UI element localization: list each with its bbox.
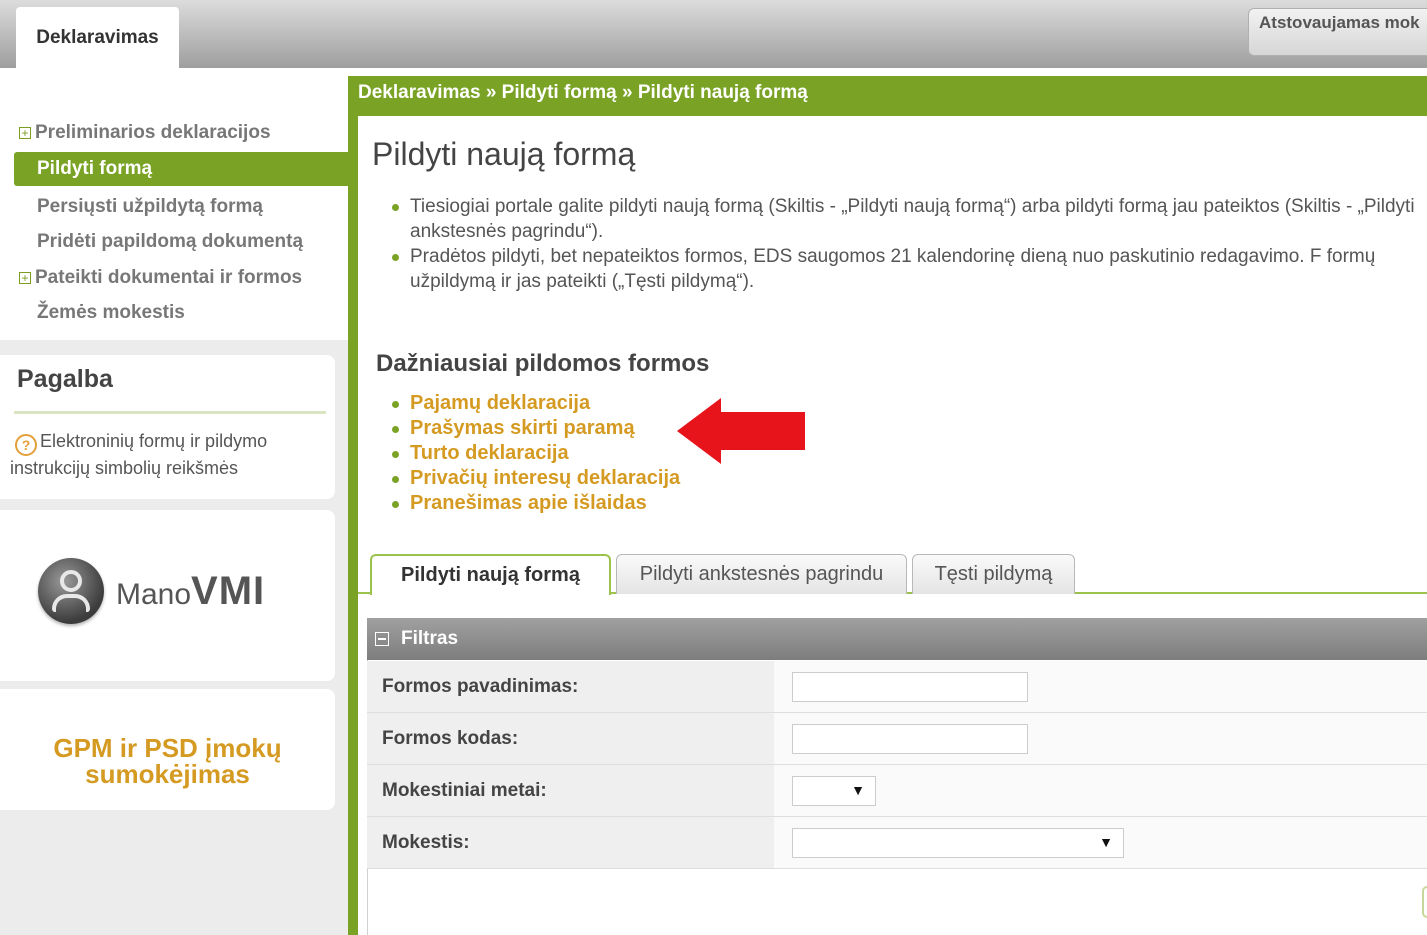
tax-year-select[interactable]: ▼ [792, 776, 876, 806]
tab-fill-based-on-previous[interactable]: Pildyti ankstesnės pagrindu [616, 554, 907, 594]
tab-fill-new-form[interactable]: Pildyti naują formą [370, 554, 611, 595]
help-link-line2: instrukcijų simbolių reikšmės [10, 458, 239, 478]
question-icon: ? [15, 434, 37, 456]
form-code-input[interactable] [792, 724, 1028, 754]
tax-select[interactable]: ▼ [792, 828, 1124, 858]
sidebar-item-preliminary-declarations[interactable]: + Preliminarios deklaracijos [16, 116, 271, 150]
info-item: Tiesiogiai portale galite pildyti naują … [388, 194, 1427, 244]
form-link-private-interests[interactable]: Privačių interesų deklaracija [388, 466, 680, 491]
tab-deklaravimas[interactable]: Deklaravimas [16, 7, 179, 68]
tax-year-label: Mokestiniai metai: [367, 765, 774, 816]
form-link-income-declaration[interactable]: Pajamų deklaracija [388, 391, 680, 416]
filter-title: Filtras [401, 628, 459, 649]
help-title: Pagalba [17, 365, 113, 393]
sidebar-item-label: Preliminarios deklaracijos [35, 122, 271, 143]
top-bar: Deklaravimas Atstovaujamas mok [0, 0, 1427, 68]
filter-header[interactable]: Filtras [367, 618, 1427, 660]
sidebar-item-label: Pildyti formą [37, 158, 153, 179]
form-name-label: Formos pavadinimas: [367, 661, 774, 712]
page-title: Pildyti naują formą [372, 136, 636, 172]
filter-row-tax: Mokestis: ▼ [367, 817, 1427, 869]
expand-icon[interactable]: + [19, 272, 31, 284]
form-name-input[interactable] [792, 672, 1028, 702]
mano-vmi-logo[interactable]: ManoVMI [38, 558, 265, 624]
sidebar-item-label: Pridėti papildomą dokumentą [37, 231, 304, 252]
dropdown-arrow-icon: ▼ [1099, 834, 1113, 850]
sidebar-item-label: Persiųsti užpildytą formą [37, 196, 263, 217]
info-item: Pradėtos pildyti, bet nepateiktos formos… [388, 244, 1427, 294]
mano-vmi-text-mano: Mano [116, 577, 192, 611]
breadcrumb: Deklaravimas » Pildyti formą » Pildyti n… [358, 82, 808, 103]
sidebar-item-add-document[interactable]: Pridėti papildomą dokumentą [37, 225, 303, 259]
info-list: Tiesiogiai portale galite pildyti naują … [388, 194, 1427, 294]
collapse-icon[interactable] [375, 632, 389, 646]
sidebar-nav: + Preliminarios deklaracijos Pildyti for… [0, 68, 350, 340]
gpm-line2: sumokėjimas [85, 759, 250, 789]
form-link-support-request[interactable]: Prašymas skirti paramą [388, 416, 680, 441]
mano-vmi-text-vmi: VMI [191, 568, 266, 613]
gpm-payment-link[interactable]: GPM ir PSD įmokų sumokėjimas [0, 735, 335, 787]
red-arrow-icon [677, 398, 805, 464]
help-link-line1: Elektroninių formų ir pildymo [40, 431, 268, 451]
form-link-property-declaration[interactable]: Turto deklaracija [388, 441, 680, 466]
filter-row-tax-year: Mokestiniai metai: ▼ [367, 765, 1427, 817]
dropdown-arrow-icon: ▼ [851, 782, 865, 798]
tax-label: Mokestis: [367, 817, 774, 868]
sidebar-item-fill-form[interactable]: Pildyti formą [14, 152, 350, 186]
mano-vmi-banner[interactable]: ManoVMI [0, 510, 335, 681]
sidebar-item-land-tax[interactable]: Žemės mokestis [37, 296, 185, 330]
gpm-payment-banner[interactable]: GPM ir PSD įmokų sumokėjimas [0, 689, 335, 810]
help-link[interactable]: ? Elektroninių formų ir pildymo instrukci… [10, 429, 310, 481]
sidebar-item-forward-form[interactable]: Persiųsti užpildytą formą [37, 190, 263, 224]
expand-icon[interactable]: + [19, 127, 31, 139]
frequent-forms-list: Pajamų deklaracija Prašymas skirti param… [388, 391, 680, 516]
representative-selector[interactable]: Atstovaujamas mok [1248, 8, 1427, 56]
help-panel: Pagalba ? Elektroninių formų ir pildymo i… [0, 355, 335, 499]
left-sidebar: + Preliminarios deklaracijos Pildyti for… [0, 68, 350, 935]
user-avatar-icon [38, 558, 104, 624]
form-link-expenses-notice[interactable]: Pranešimas apie išlaidas [388, 491, 680, 516]
search-button[interactable] [1422, 886, 1427, 918]
sidebar-item-submitted-documents[interactable]: + Pateikti dokumentai ir formos [16, 261, 302, 295]
frequent-forms-title: Dažniausiai pildomos formos [376, 350, 710, 377]
sidebar-item-label: Pateikti dokumentai ir formos [35, 267, 303, 288]
sidebar-item-label: Žemės mokestis [37, 302, 185, 323]
divider [14, 411, 326, 414]
mano-vmi-text: ManoVMI [116, 569, 265, 614]
tab-continue-filling[interactable]: Tęsti pildymą [912, 554, 1075, 594]
filter-row-form-code: Formos kodas: [367, 713, 1427, 765]
filter-row-form-name: Formos pavadinimas: [367, 661, 1427, 713]
form-code-label: Formos kodas: [367, 713, 774, 764]
